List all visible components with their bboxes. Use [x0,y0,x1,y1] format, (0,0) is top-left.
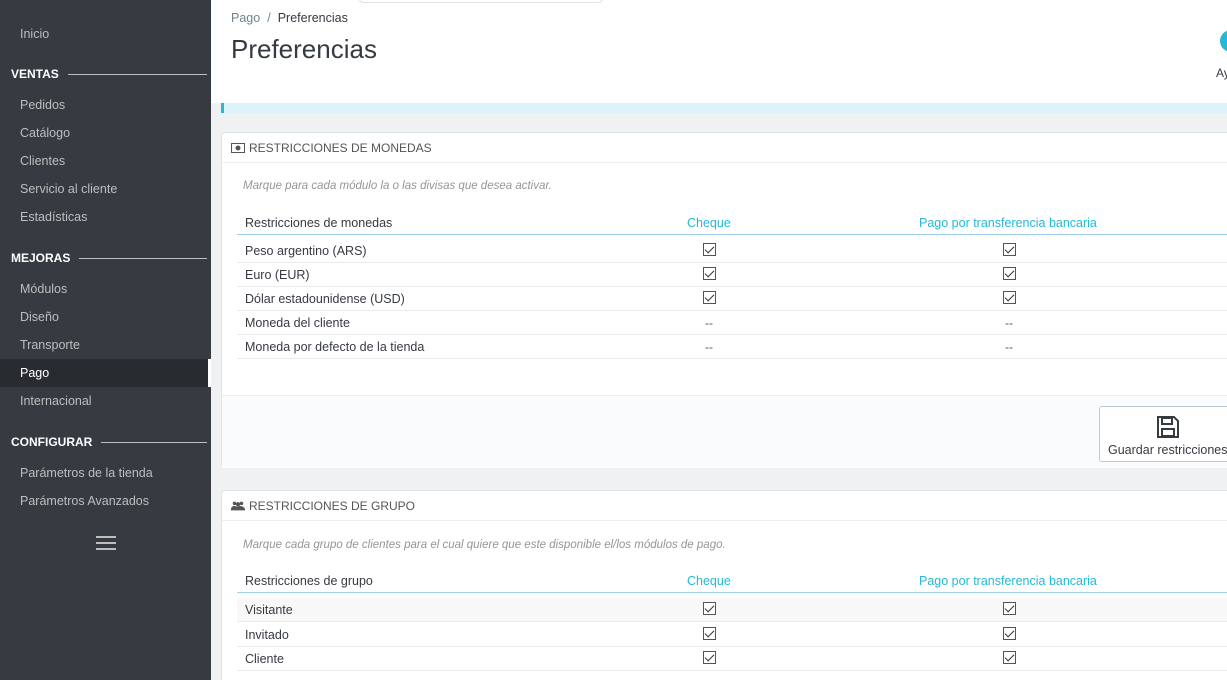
breadcrumb-separator: / [267,11,271,25]
column-header-cheque[interactable]: Cheque [687,216,731,230]
sidebar-item-modulos[interactable]: Módulos [0,275,211,303]
sidebar-section-mejoras: MEJORAS [11,248,207,268]
breadcrumb-link-pago[interactable]: Pago [231,11,260,25]
value-cheque: -- [705,340,713,354]
table-row: Cliente [237,647,1227,671]
table-row: Moneda del cliente -- -- [237,311,1227,335]
column-header-transfer[interactable]: Pago por transferencia bancaria [919,216,1097,230]
column-header: Restricciones de grupo [245,574,373,588]
users-icon [231,500,245,511]
row-label: Moneda del cliente [245,316,350,330]
page-header: Pago / Preferencias Preferencias Ay [211,0,1227,103]
money-icon [231,142,245,153]
sidebar-item-transporte[interactable]: Transporte [0,331,211,359]
table-row: Invitado [237,623,1227,647]
search-input[interactable] [358,0,604,3]
breadcrumb-current: Preferencias [277,11,348,25]
help-label[interactable]: Ay [1216,66,1227,80]
column-header: Restricciones de monedas [245,216,393,230]
panel-title: RESTRICCIONES DE MONEDAS [249,140,432,155]
checkbox-cheque[interactable] [703,267,716,280]
panel-heading: RESTRICCIONES DE GRUPO [222,491,1227,521]
row-label: Cliente [245,652,284,666]
sidebar-item-estadisticas[interactable]: Estadísticas [0,203,211,231]
help-text: Marque cada grupo de clientes para el cu… [243,539,726,551]
sidebar-item-clientes[interactable]: Clientes [0,147,211,175]
panel-heading: RESTRICCIONES DE MONEDAS [222,133,1227,163]
breadcrumb: Pago / Preferencias [231,11,348,25]
sidebar-item-pago[interactable]: Pago [0,359,211,387]
sidebar-section-configurar: CONFIGURAR [11,432,207,452]
checkbox-cheque[interactable] [703,243,716,256]
value-transfer: -- [1005,340,1013,354]
table-row: Peso argentino (ARS) [237,239,1227,263]
sidebar-item-pedidos[interactable]: Pedidos [0,91,211,119]
sidebar-item-parametros-tienda[interactable]: Parámetros de la tienda [0,459,211,487]
checkbox-cheque[interactable] [703,602,716,615]
row-label: Moneda por defecto de la tienda [245,340,425,354]
checkbox-transfer[interactable] [1003,243,1016,256]
checkbox-transfer[interactable] [1003,267,1016,280]
checkbox-transfer[interactable] [1003,651,1016,664]
checkbox-cheque[interactable] [703,627,716,640]
group-restrictions-panel: RESTRICCIONES DE GRUPO Marque cada grupo… [221,490,1227,680]
value-transfer: -- [1005,316,1013,330]
page-title: Preferencias [231,34,377,64]
column-header-transfer[interactable]: Pago por transferencia bancaria [919,574,1097,588]
table-header: Restricciones de grupo Cheque Pago por t… [237,569,1227,593]
sidebar-item-diseno[interactable]: Diseño [0,303,211,331]
sidebar-section-ventas: VENTAS [11,64,207,84]
table-row: Dólar estadounidense (USD) [237,287,1227,311]
help-text: Marque para cada módulo la o las divisas… [243,180,552,192]
row-label: Euro (EUR) [245,268,310,282]
checkbox-cheque[interactable] [703,291,716,304]
checkbox-transfer[interactable] [1003,627,1016,640]
checkbox-transfer[interactable] [1003,291,1016,304]
currency-restrictions-panel: RESTRICCIONES DE MONEDAS Marque para cad… [221,132,1227,468]
menu-collapse-icon[interactable] [96,536,116,550]
row-label: Dólar estadounidense (USD) [245,292,405,306]
save-restrictions-button[interactable]: Guardar restricciones [1099,406,1227,462]
help-icon[interactable] [1220,30,1227,52]
save-button-label: Guardar restricciones [1108,443,1227,457]
row-label: Visitante [245,603,293,617]
checkbox-transfer[interactable] [1003,602,1016,615]
row-label: Invitado [245,628,289,642]
table-row: Euro (EUR) [237,263,1227,287]
table-header: Restricciones de monedas Cheque Pago por… [237,211,1227,235]
sidebar-item-servicio-cliente[interactable]: Servicio al cliente [0,175,211,203]
sidebar-item-catalogo[interactable]: Catálogo [0,119,211,147]
sidebar-section-title: VENTAS [11,67,59,81]
row-label: Peso argentino (ARS) [245,244,367,258]
info-alert [221,103,1227,113]
panel-title: RESTRICCIONES DE GRUPO [249,498,416,513]
sidebar-item-parametros-avanzados[interactable]: Parámetros Avanzados [0,487,211,515]
sidebar-section-title: CONFIGURAR [11,435,93,449]
value-cheque: -- [705,316,713,330]
panel-footer: Guardar restricciones [222,395,1227,468]
checkbox-cheque[interactable] [703,651,716,664]
sidebar: Inicio VENTAS Pedidos Catálogo Clientes … [0,0,211,680]
table-row: Visitante [237,598,1227,622]
sidebar-item-inicio[interactable]: Inicio [0,20,211,48]
sidebar-section-title: MEJORAS [11,251,71,265]
column-header-cheque[interactable]: Cheque [687,574,731,588]
save-icon [1156,415,1180,439]
sidebar-item-internacional[interactable]: Internacional [0,387,211,415]
table-row: Moneda por defecto de la tienda -- -- [237,335,1227,359]
